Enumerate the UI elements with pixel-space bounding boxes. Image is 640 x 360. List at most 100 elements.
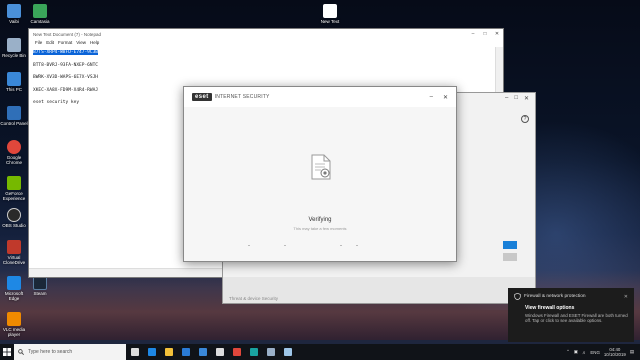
menu-help[interactable]: Help bbox=[90, 40, 99, 45]
window-footer: Threat & device Security bbox=[223, 277, 535, 303]
window-controls: – □ ✕ bbox=[505, 95, 529, 102]
steam-icon bbox=[33, 276, 47, 290]
desktop-icon-control-panel[interactable]: Control Panel bbox=[0, 106, 28, 126]
eset-logo: eset bbox=[192, 93, 212, 101]
taskbar-store-button[interactable] bbox=[177, 344, 194, 360]
help-icon[interactable]: ? bbox=[521, 115, 529, 123]
maximize-button[interactable]: □ bbox=[479, 31, 491, 37]
notification-title: View firewall options bbox=[525, 305, 575, 311]
task-view-icon bbox=[130, 348, 139, 356]
computer-icon bbox=[7, 72, 21, 86]
desktop-icon-label: New Text bbox=[320, 19, 340, 24]
close-button[interactable]: ✕ bbox=[491, 31, 503, 37]
folder-icon bbox=[7, 4, 21, 18]
text-line-selected: B7TS-XRP4-W8FD-E747-9C3B bbox=[33, 50, 99, 55]
taskbar-edge-button[interactable] bbox=[143, 344, 160, 360]
footer-text: Threat & device Security bbox=[229, 296, 279, 301]
start-button[interactable] bbox=[0, 344, 14, 360]
product-name: INTERNET SECURITY bbox=[214, 94, 270, 100]
eset-content: Verifying This may take a few moments bbox=[184, 107, 456, 261]
notification-center-icon[interactable]: ▤ bbox=[630, 349, 634, 355]
taskbar-notepad-button[interactable] bbox=[279, 344, 296, 360]
notification-app: Firewall & network protection bbox=[524, 294, 586, 299]
clock-date: 10/10/2019 bbox=[603, 352, 626, 357]
window-controls: – ✕ bbox=[430, 94, 448, 101]
notification-body: Windows Firewall and ESET Firewall are b… bbox=[525, 313, 628, 324]
eset-window: eset INTERNET SECURITY – ✕ Verifying Thi… bbox=[183, 86, 457, 262]
taskbar-task-view-button[interactable] bbox=[126, 344, 143, 360]
desktop-icon-steam[interactable]: Steam bbox=[26, 276, 54, 296]
store-icon bbox=[181, 348, 190, 356]
text-document-icon bbox=[323, 4, 337, 18]
secondary-button[interactable] bbox=[503, 253, 517, 261]
language-indicator[interactable]: ENG bbox=[590, 350, 600, 355]
desktop-icon-label: Camtasia bbox=[30, 19, 50, 24]
eset-icon bbox=[249, 348, 258, 356]
desktop-icon-geforce[interactable]: GeForce Experience bbox=[0, 176, 28, 201]
clonedrive-icon bbox=[7, 240, 21, 254]
close-button[interactable]: ✕ bbox=[524, 95, 529, 102]
desktop-icon-label: Steam bbox=[33, 291, 47, 296]
notification-toast[interactable]: Firewall & network protection ✕ View fir… bbox=[508, 288, 634, 342]
minimize-button[interactable]: – bbox=[430, 94, 433, 101]
chevron-up-icon[interactable]: ⌃ bbox=[566, 349, 570, 355]
status-title: Verifying bbox=[308, 217, 332, 223]
window-controls: – □ ✕ bbox=[467, 31, 503, 37]
menu-format[interactable]: Format bbox=[58, 40, 72, 45]
chrome-icon bbox=[7, 140, 21, 154]
recycle-bin-icon bbox=[7, 38, 21, 52]
system-tray: ⌃ ▣ ♬ ENG 04:40 10/10/2019 ▤ bbox=[566, 347, 640, 357]
edge-icon bbox=[7, 276, 21, 290]
geforce-icon bbox=[7, 176, 21, 190]
close-icon[interactable]: ✕ bbox=[624, 294, 628, 300]
status-subtitle: This may take a few moments bbox=[293, 226, 347, 231]
desktop-icon-this-pc[interactable]: This PC bbox=[0, 72, 28, 92]
notification-header: Firewall & network protection ✕ bbox=[508, 288, 634, 300]
desktop-icon-recycle-bin[interactable]: Recycle Bin bbox=[0, 38, 28, 58]
menu-bar: File Edit Format View Help bbox=[29, 39, 503, 46]
progress-indicator bbox=[184, 245, 456, 247]
desktop-icon-virtual-clonedrive[interactable]: Virtual CloneDrive bbox=[0, 240, 28, 265]
desktop-icon-vaibi[interactable]: Vaibi bbox=[0, 4, 28, 24]
desktop-icon-label: VLC media player bbox=[2, 327, 26, 337]
desktop-icon-camtasia[interactable]: Camtasia bbox=[26, 4, 54, 24]
taskbar-mail-button[interactable] bbox=[194, 344, 211, 360]
desktop-icon-label: Recycle Bin bbox=[2, 53, 26, 58]
desktop-icon-label: Virtual CloneDrive bbox=[2, 255, 26, 265]
taskbar-file-explorer-button[interactable] bbox=[160, 344, 177, 360]
taskbar-search[interactable]: Type here to search bbox=[14, 344, 126, 360]
taskbar-chrome-button[interactable] bbox=[228, 344, 245, 360]
desktop-icon-obs-studio[interactable]: OBS Studio bbox=[0, 208, 28, 228]
taskbar-eset-button[interactable] bbox=[245, 344, 262, 360]
close-button[interactable]: ✕ bbox=[443, 94, 448, 101]
minimize-button[interactable]: – bbox=[505, 95, 508, 102]
menu-edit[interactable]: Edit bbox=[46, 40, 54, 45]
menu-view[interactable]: View bbox=[76, 40, 86, 45]
title-bar: New Text Document (7) - Notepad – □ ✕ bbox=[29, 29, 503, 39]
desktop-icon-label: Vaibi bbox=[9, 19, 19, 24]
photos-icon bbox=[266, 348, 275, 356]
shield-icon bbox=[514, 293, 521, 300]
taskbar-photos-button[interactable] bbox=[262, 344, 279, 360]
desktop-icon-label: Google Chrome bbox=[5, 155, 22, 165]
network-icon[interactable]: ▣ bbox=[574, 349, 578, 355]
minimize-button[interactable]: – bbox=[467, 31, 479, 37]
control-panel-icon bbox=[7, 106, 21, 120]
windows-logo-icon bbox=[3, 348, 11, 356]
eset-title-bar: eset INTERNET SECURITY – ✕ bbox=[184, 87, 456, 107]
desktop-icon-new-text[interactable]: New Text bbox=[316, 4, 344, 24]
taskbar: Type here to search ⌃ ▣ ♬ ENG 04:40 10/1… bbox=[0, 344, 640, 360]
desktop-icon-google-chrome[interactable]: Google Chrome bbox=[0, 140, 28, 165]
desktop-icon-vlc[interactable]: VLC media player bbox=[0, 312, 28, 337]
text-line: BTT8-BVRJ-93FA-NXEP-6NTC bbox=[33, 62, 99, 68]
primary-button[interactable] bbox=[503, 241, 517, 249]
menu-file[interactable]: File bbox=[35, 40, 42, 45]
desktop-icon-microsoft-edge[interactable]: Microsoft Edge bbox=[0, 276, 28, 301]
volume-icon[interactable]: ♬ bbox=[582, 350, 586, 355]
edge-icon bbox=[147, 348, 156, 356]
obs-icon bbox=[7, 208, 21, 222]
clock[interactable]: 04:40 10/10/2019 bbox=[604, 347, 626, 357]
camtasia-icon bbox=[33, 4, 47, 18]
maximize-button[interactable]: □ bbox=[514, 95, 518, 102]
taskbar-camera-button[interactable] bbox=[211, 344, 228, 360]
